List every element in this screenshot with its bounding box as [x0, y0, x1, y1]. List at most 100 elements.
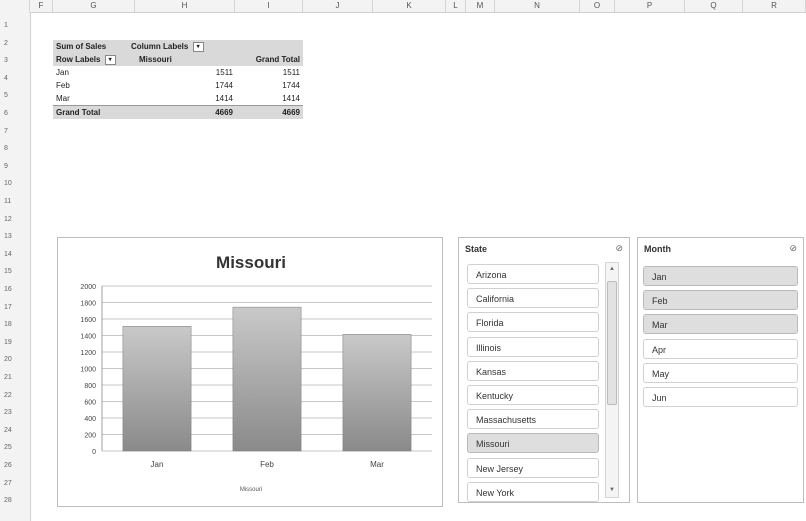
- column-header-m[interactable]: M: [466, 0, 495, 12]
- column-header-n[interactable]: N: [495, 0, 580, 12]
- clear-filter-icon[interactable]: ⊘: [615, 243, 623, 254]
- pivot-row[interactable]: Mar 1414 1414: [53, 92, 303, 105]
- x-tick-label: Mar: [370, 460, 384, 469]
- row-header-cell[interactable]: 7: [0, 126, 30, 138]
- slicer-item-apr[interactable]: Apr: [643, 338, 798, 359]
- row-header-cell[interactable]: 19: [0, 337, 30, 349]
- row-header-cell[interactable]: 6: [0, 108, 30, 120]
- pivot-row-label: Mar: [56, 94, 70, 103]
- row-header-cell[interactable]: 24: [0, 425, 30, 437]
- slicer-item-massachusetts[interactable]: Massachusetts: [467, 409, 599, 430]
- state-slicer-title: State: [465, 244, 488, 254]
- slicer-item-illinois[interactable]: Illinois: [467, 336, 599, 357]
- x-tick-label: Feb: [260, 460, 274, 469]
- row-header-cell[interactable]: 23: [0, 407, 30, 419]
- column-header-p[interactable]: P: [615, 0, 685, 12]
- missouri-column-label: Missouri: [139, 55, 172, 64]
- grand-total-column-label: Grand Total: [255, 55, 300, 64]
- row-header-cell[interactable]: 3: [0, 55, 30, 67]
- pivot-row[interactable]: Feb 1744 1744: [53, 79, 303, 92]
- column-header-k[interactable]: K: [373, 0, 446, 12]
- scroll-down-icon[interactable]: ▼: [606, 484, 618, 497]
- row-header-cell[interactable]: 5: [0, 90, 30, 102]
- column-header-i[interactable]: I: [235, 0, 303, 12]
- pivot-header-row-1: Sum of Sales Column Labels ▾: [53, 40, 303, 53]
- pivot-grand-total-row[interactable]: Grand Total 4669 4669: [53, 105, 303, 119]
- slicer-item-may[interactable]: May: [643, 362, 798, 383]
- clear-filter-icon[interactable]: ⊘: [789, 243, 797, 254]
- row-header-cell[interactable]: 25: [0, 442, 30, 454]
- column-header-q[interactable]: Q: [685, 0, 743, 12]
- slicer-item-jan[interactable]: Jan: [643, 266, 798, 286]
- row-labels-label[interactable]: Row Labels ▾: [56, 53, 116, 66]
- row-header-cell[interactable]: 21: [0, 372, 30, 384]
- column-labels-label[interactable]: Column Labels ▾: [131, 40, 204, 53]
- column-header-j[interactable]: J: [303, 0, 373, 12]
- row-header-cell[interactable]: 13: [0, 231, 30, 243]
- row-header-cell[interactable]: 18: [0, 319, 30, 331]
- x-tick-label: Jan: [151, 460, 164, 469]
- row-header-bar: 1 2 3 4 5 6 7 8 9 10 11 12 13 14 15 16 17 18 19 20 21 22 23 24 2…: [0, 12, 31, 521]
- slicer-item-florida[interactable]: Florida: [467, 312, 599, 333]
- month-slicer[interactable]: Month ⊘ Jan Feb Mar Apr May Jun: [637, 237, 804, 503]
- chart-title: Missouri: [216, 253, 286, 272]
- column-header-r[interactable]: R: [743, 0, 806, 12]
- row-header-cell[interactable]: 8: [0, 143, 30, 155]
- row-header-cell[interactable]: 26: [0, 460, 30, 472]
- pivot-header-row-2: Row Labels ▾ Missouri Grand Total: [53, 53, 303, 66]
- slicer-item-new-jersey[interactable]: New Jersey: [467, 457, 599, 478]
- filter-icon[interactable]: ▾: [104, 54, 116, 65]
- row-header-cell[interactable]: 15: [0, 266, 30, 278]
- slicer-item-california[interactable]: California: [467, 288, 599, 309]
- slicer-item-arizona[interactable]: Arizona: [467, 264, 599, 284]
- row-header-cell[interactable]: 22: [0, 390, 30, 402]
- pivot-chart[interactable]: Missouri 0 200 400 600 800 1000 1200 1400 1600 180…: [57, 237, 443, 507]
- slicer-item-jun[interactable]: Jun: [643, 387, 798, 407]
- corner-cell[interactable]: [0, 0, 30, 12]
- y-tick-label: 1800: [80, 301, 96, 308]
- row-header-cell[interactable]: 4: [0, 73, 30, 85]
- row-header-cell[interactable]: 12: [0, 214, 30, 226]
- column-header-l[interactable]: L: [446, 0, 466, 12]
- row-header-cell[interactable]: 10: [0, 178, 30, 190]
- slicer-item-new-york[interactable]: New York: [467, 481, 599, 502]
- slicer-item-kentucky[interactable]: Kentucky: [467, 385, 599, 405]
- slicer-item-feb[interactable]: Feb: [643, 290, 798, 311]
- y-tick-label: 1000: [80, 367, 96, 374]
- grand-total-grand-value: 4669: [282, 108, 300, 117]
- column-header-g[interactable]: G: [53, 0, 135, 12]
- sum-of-sales-label: Sum of Sales: [56, 42, 107, 51]
- month-slicer-title: Month: [644, 244, 671, 254]
- state-slicer-scrollbar[interactable]: ▲ ▼: [605, 262, 619, 498]
- state-slicer[interactable]: State ⊘ Arizona California Florida Illinois…: [458, 237, 630, 503]
- row-header-cell[interactable]: 14: [0, 249, 30, 261]
- row-header-cell[interactable]: 20: [0, 354, 30, 366]
- row-header-cell[interactable]: 2: [0, 38, 30, 50]
- row-header-cell[interactable]: 11: [0, 196, 30, 208]
- pivot-row[interactable]: Jan 1511 1511: [53, 66, 303, 79]
- filter-icon[interactable]: ▾: [192, 41, 204, 52]
- pivot-value: 1744: [215, 81, 233, 90]
- row-header-cell[interactable]: 28: [0, 495, 30, 507]
- row-header-cell[interactable]: 17: [0, 302, 30, 314]
- column-header-o[interactable]: O: [580, 0, 615, 12]
- y-tick-label: 200: [84, 433, 96, 440]
- row-header-cell[interactable]: 9: [0, 161, 30, 173]
- y-tick-label: 400: [84, 416, 96, 423]
- row-header-cell[interactable]: 27: [0, 478, 30, 490]
- pivot-grand-total: 1744: [282, 81, 300, 90]
- column-header-h[interactable]: H: [135, 0, 235, 12]
- row-header-cell[interactable]: 1: [0, 20, 30, 32]
- y-tick-label: 1200: [80, 350, 96, 357]
- bar: [122, 326, 192, 452]
- column-header-bar: F G H I J K L M N O P Q R: [0, 0, 806, 13]
- y-tick-label: 1400: [80, 334, 96, 341]
- slicer-item-kansas[interactable]: Kansas: [467, 360, 599, 381]
- column-header-f[interactable]: F: [30, 0, 53, 12]
- grand-total-value: 4669: [215, 108, 233, 117]
- scroll-up-icon[interactable]: ▲: [606, 263, 618, 276]
- scroll-thumb[interactable]: [607, 281, 617, 405]
- slicer-item-mar[interactable]: Mar: [643, 314, 798, 335]
- slicer-item-missouri[interactable]: Missouri: [467, 433, 599, 454]
- row-header-cell[interactable]: 16: [0, 284, 30, 296]
